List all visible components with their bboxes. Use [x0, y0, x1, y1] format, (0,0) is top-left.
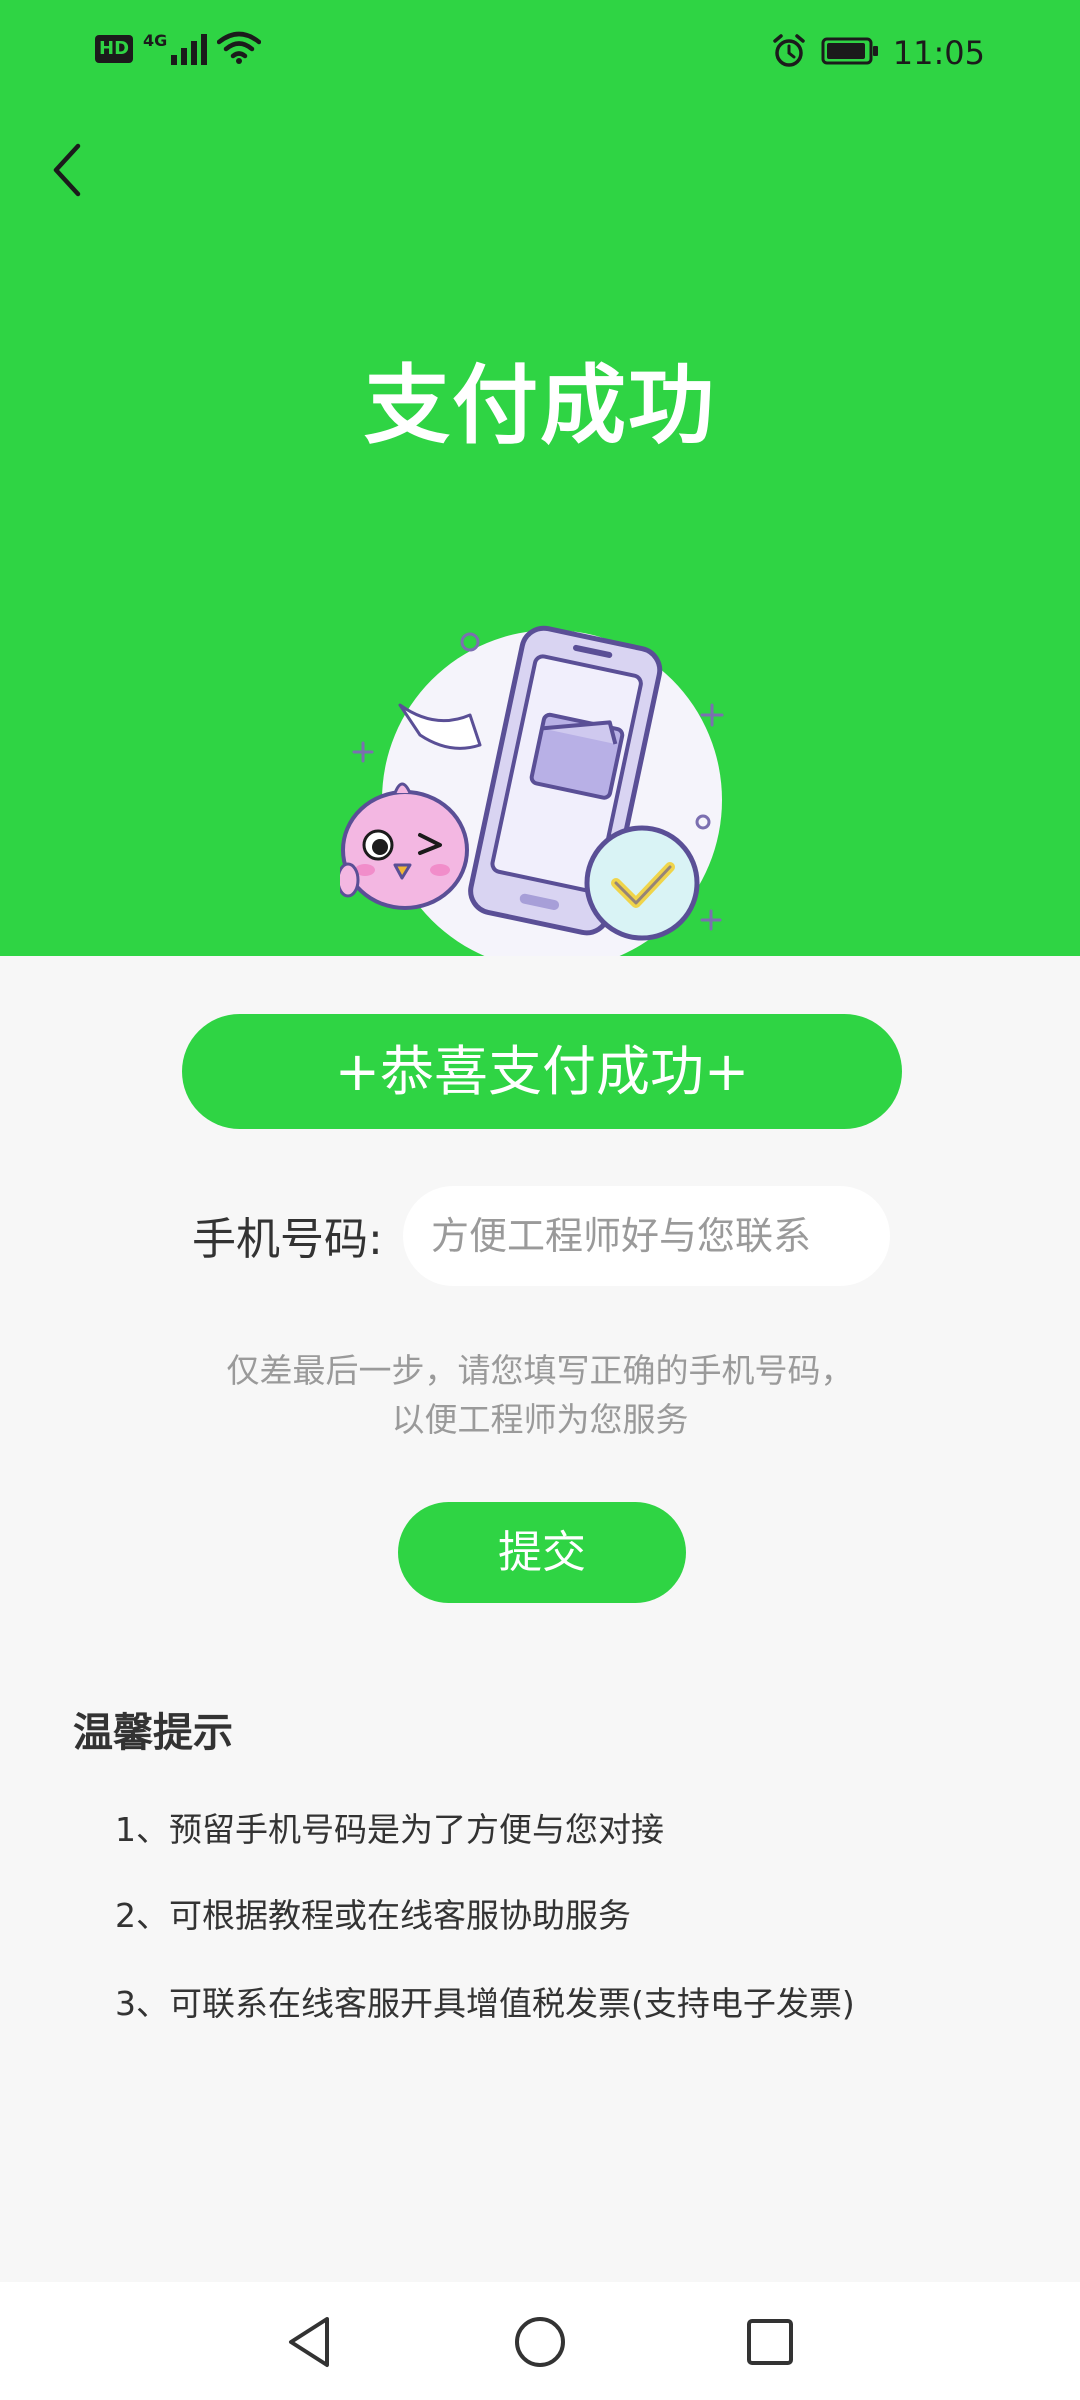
nav-recents-button[interactable] — [740, 2312, 800, 2372]
tip-item-3: 3、可联系在线客服开具增值税发票(支持电子发票) — [115, 1984, 855, 2023]
tip-item-1: 1、预留手机号码是为了方便与您对接 — [115, 1810, 664, 1849]
status-left: HD 4G — [95, 30, 262, 68]
page-title: 支付成功 — [364, 356, 716, 456]
back-triangle-icon — [289, 2317, 329, 2367]
status-right: 11:05 — [771, 28, 985, 78]
tips-title: 温馨提示 — [73, 1710, 233, 1756]
phone-label: 手机号码: — [192, 1214, 383, 1265]
signal-icon: 4G — [143, 31, 208, 65]
nav-back-button[interactable] — [280, 2312, 340, 2372]
recents-square-icon — [747, 2319, 793, 2365]
phone-input[interactable] — [403, 1186, 890, 1286]
back-button[interactable] — [38, 140, 98, 200]
hd-icon: HD — [95, 35, 134, 63]
nav-home-button[interactable] — [510, 2312, 570, 2372]
hint-text-line2: 以便工程师为您服务 — [391, 1400, 689, 1439]
success-banner: +恭喜支付成功+ — [182, 1014, 902, 1129]
network-type-label: 4G — [143, 31, 168, 50]
submit-button[interactable]: 提交 — [398, 1502, 686, 1603]
status-time: 11:05 — [892, 34, 985, 72]
alarm-icon — [771, 33, 807, 73]
payment-success-illustration — [340, 615, 740, 956]
wifi-icon — [217, 30, 262, 68]
back-arrow-icon — [53, 143, 81, 197]
header: HD 4G 11:05 支付成功 — [0, 0, 1080, 956]
tip-item-2: 2、可根据教程或在线客服协助服务 — [115, 1896, 631, 1935]
home-circle-icon — [515, 2317, 565, 2367]
hint-text-line1: 仅差最后一步，请您填写正确的手机号码， — [226, 1351, 854, 1390]
system-nav-bar — [0, 2282, 1080, 2400]
status-bar: HD 4G 11:05 — [0, 0, 1080, 110]
battery-icon — [821, 37, 879, 69]
